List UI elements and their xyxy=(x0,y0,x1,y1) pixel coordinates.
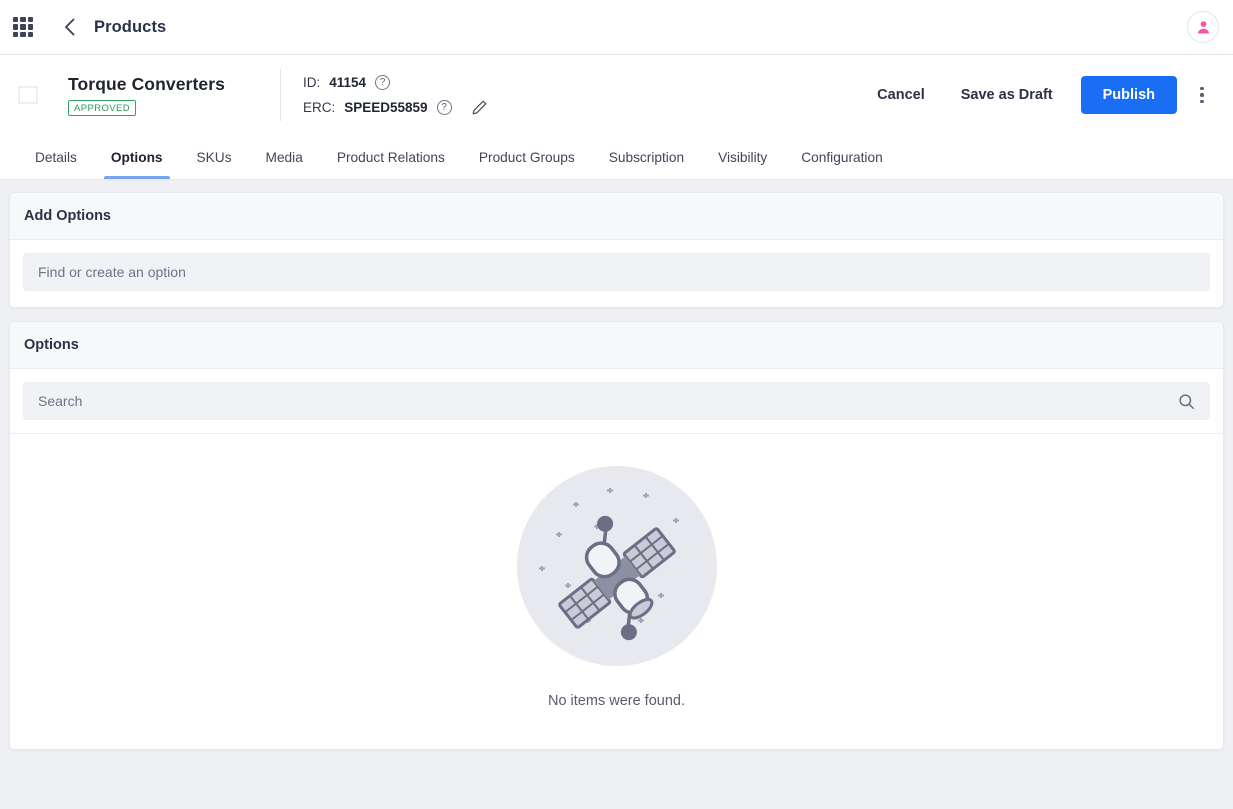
search-icon[interactable] xyxy=(1178,393,1195,410)
tab-visibility[interactable]: Visibility xyxy=(701,135,784,179)
options-search-row: Search xyxy=(10,369,1223,434)
question-mark-icon[interactable]: ? xyxy=(436,99,452,115)
product-erc-label: ERC: xyxy=(302,99,336,115)
product-title-block: Torque Converters APPROVED xyxy=(68,74,225,116)
product-erc-row: ERC: SPEED55859 ? xyxy=(303,99,488,116)
header-divider xyxy=(279,69,281,121)
empty-state-message: No items were found. xyxy=(547,693,685,709)
page-title: Products xyxy=(94,17,167,36)
options-card: Options Search No items were found. xyxy=(9,321,1224,750)
product-header-bar: Torque Converters APPROVED ID: 41154 ? E… xyxy=(0,55,1233,135)
product-id-value: 41154 xyxy=(329,74,367,90)
save-as-draft-button[interactable]: Save as Draft xyxy=(943,77,1071,113)
product-identifiers: ID: 41154 ? ERC: SPEED55859 ? xyxy=(302,74,488,116)
tab-product-groups[interactable]: Product Groups xyxy=(462,135,592,179)
satellite-in-space-icon xyxy=(516,466,717,671)
status-badge: APPROVED xyxy=(68,100,136,116)
options-card-title: Options xyxy=(10,322,1223,369)
product-erc-value: SPEED55859 xyxy=(344,99,428,115)
tab-configuration[interactable]: Configuration xyxy=(784,135,899,179)
main-content: Add Options Find or create an option Opt… xyxy=(0,180,1233,750)
grid-apps-icon[interactable] xyxy=(13,17,33,37)
top-navigation-bar: Products xyxy=(0,0,1233,55)
product-id-row: ID: 41154 ? xyxy=(302,74,488,90)
product-id-label: ID: xyxy=(302,74,321,90)
add-options-card: Add Options Find or create an option xyxy=(9,192,1224,308)
tab-media[interactable]: Media xyxy=(249,135,320,179)
search-placeholder: Search xyxy=(38,393,83,409)
publish-button[interactable]: Publish xyxy=(1080,76,1177,114)
header-actions: Cancel Save as Draft Publish xyxy=(859,76,1219,114)
find-or-create-option-input[interactable]: Find or create an option xyxy=(23,253,1210,291)
tab-subscription[interactable]: Subscription xyxy=(592,135,701,179)
find-or-create-option-placeholder: Find or create an option xyxy=(38,264,186,280)
product-name: Torque Converters xyxy=(68,74,225,94)
image-placeholder-icon xyxy=(18,86,38,104)
more-vertical-icon[interactable] xyxy=(1185,78,1219,112)
question-mark-icon[interactable]: ? xyxy=(375,74,391,90)
empty-state: No items were found. xyxy=(10,434,1223,749)
product-tabs: Details Options SKUs Media Product Relat… xyxy=(0,135,1233,180)
cancel-button[interactable]: Cancel xyxy=(859,77,943,113)
tab-options[interactable]: Options xyxy=(94,135,180,179)
chevron-left-icon[interactable] xyxy=(58,16,80,38)
tab-product-relations[interactable]: Product Relations xyxy=(320,135,462,179)
add-options-card-body: Find or create an option xyxy=(10,240,1223,307)
tab-skus[interactable]: SKUs xyxy=(180,135,249,179)
pencil-icon[interactable] xyxy=(471,99,488,116)
tab-details[interactable]: Details xyxy=(18,135,94,179)
user-avatar-icon[interactable] xyxy=(1187,11,1219,43)
search-input[interactable]: Search xyxy=(23,382,1210,420)
add-options-card-title: Add Options xyxy=(10,193,1223,240)
